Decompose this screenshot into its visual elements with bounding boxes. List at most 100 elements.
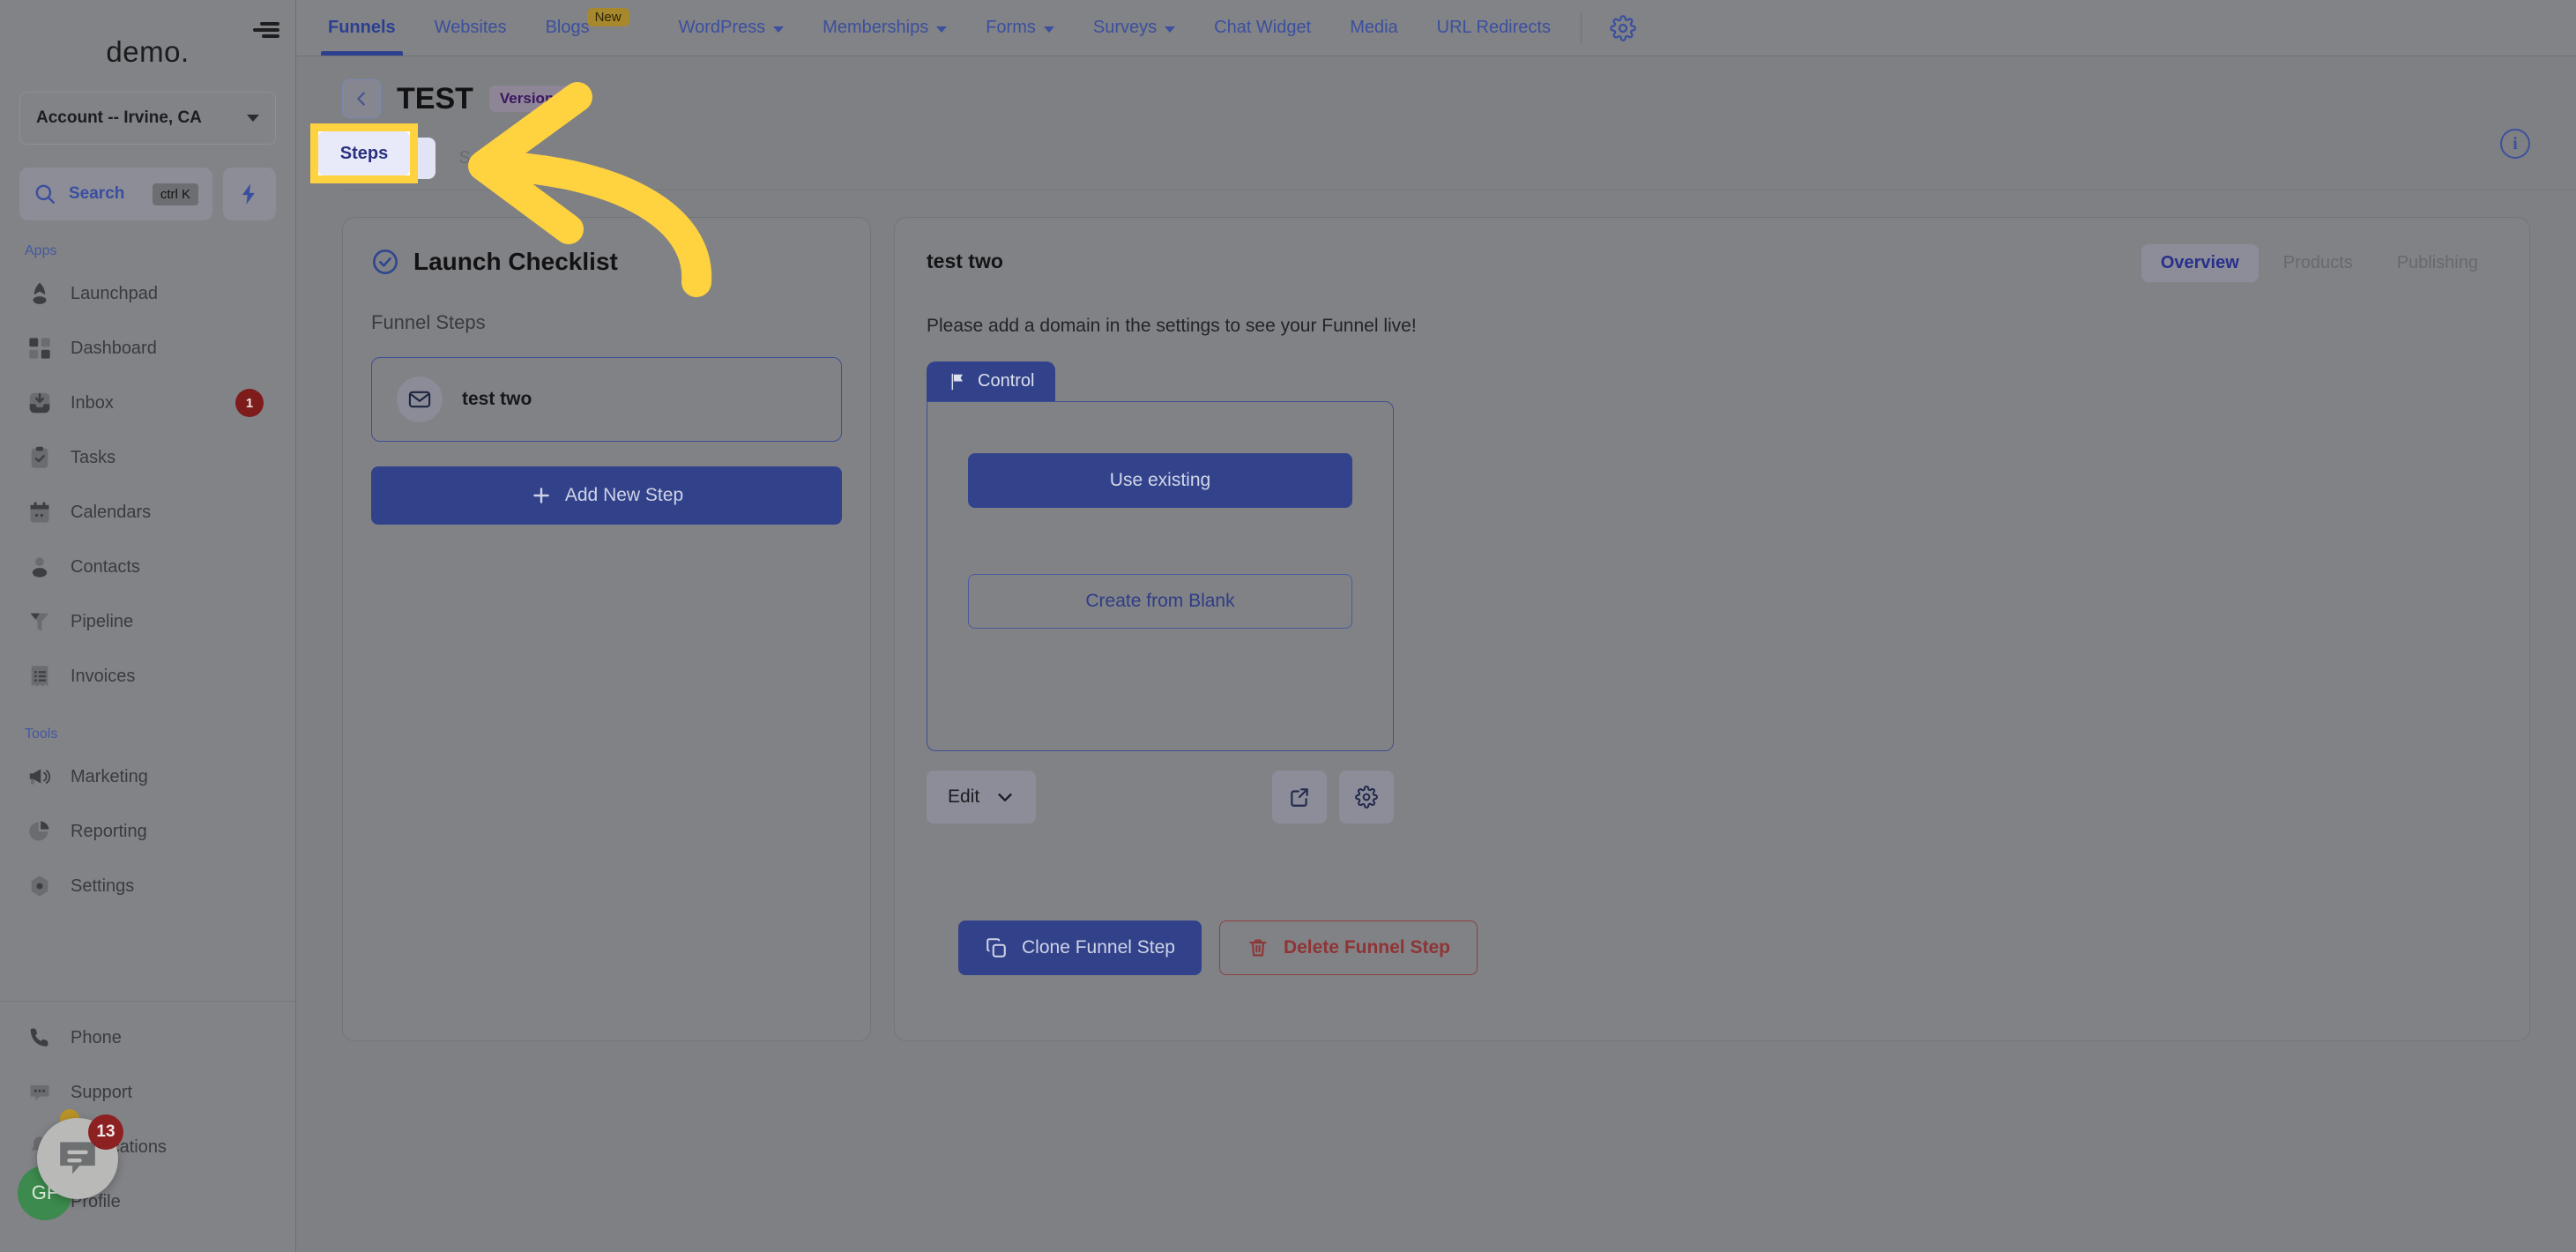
- check-circle-icon: [373, 250, 398, 274]
- sidebar-divider: [0, 1001, 295, 1002]
- collapse-menu-icon[interactable]: [253, 19, 279, 41]
- sidebar-item-contacts[interactable]: Contacts: [12, 540, 283, 594]
- gear-icon: [1610, 14, 1636, 41]
- sidebar-nav-tools: Marketing Reporting Settings: [0, 749, 295, 913]
- tab-wordpress[interactable]: WordPress: [659, 0, 804, 56]
- tab-label: Memberships: [823, 18, 929, 37]
- delete-funnel-step-button[interactable]: Delete Funnel Step: [1218, 920, 1478, 975]
- tab-label: URL Redirects: [1436, 18, 1551, 37]
- tab-overview[interactable]: Overview: [2140, 244, 2259, 282]
- pie-chart-icon: [25, 816, 55, 846]
- chevron-left-icon: [357, 92, 365, 106]
- page-header: TEST Version 2: [296, 56, 2576, 118]
- sidebar-item-label: Dashboard: [71, 338, 157, 358]
- tab-settings[interactable]: Settings: [436, 138, 545, 179]
- sidebar-item-support[interactable]: Support: [12, 1065, 283, 1120]
- top-navigation: Funnels Websites Blogs New WordPress Mem…: [296, 0, 2576, 56]
- mail-icon: [397, 376, 443, 422]
- brand-logo: demo.: [106, 35, 190, 68]
- control-tab[interactable]: Control: [927, 361, 1056, 401]
- sidebar-section-apps: Apps: [25, 243, 57, 258]
- tab-label: Blogs: [545, 18, 590, 37]
- control-panel-body: Use existing Create from Blank: [927, 401, 1394, 751]
- sidebar-item-marketing[interactable]: Marketing: [12, 749, 283, 804]
- new-badge: New: [586, 8, 629, 26]
- sidebar-item-phone[interactable]: Phone: [12, 1010, 283, 1065]
- sidebar-item-label: Settings: [71, 876, 135, 896]
- clone-funnel-step-button[interactable]: Clone Funnel Step: [958, 920, 1202, 975]
- chevron-down-icon: [1165, 26, 1176, 33]
- tab-chat-widget[interactable]: Chat Widget: [1195, 0, 1330, 56]
- gear-icon: [1355, 786, 1378, 809]
- chat-dots-icon: [25, 1077, 55, 1107]
- account-selector[interactable]: Account -- Irvine, CA: [19, 92, 276, 145]
- sidebar-item-label: Tasks: [71, 447, 116, 467]
- sidebar-item-launchpad[interactable]: Launchpad: [12, 266, 283, 321]
- create-from-blank-button[interactable]: Create from Blank: [968, 574, 1352, 629]
- grid-icon: [25, 333, 55, 363]
- version-badge: Version 2: [488, 86, 577, 112]
- funnel-icon: [25, 607, 55, 637]
- clipboard-check-icon: [25, 443, 55, 473]
- tab-publishing[interactable]: Publishing: [2378, 244, 2498, 282]
- tab-blogs[interactable]: Blogs New: [526, 0, 659, 56]
- main-area: Funnels Websites Blogs New WordPress Mem…: [296, 0, 2576, 1252]
- sidebar-item-label: Contacts: [71, 556, 140, 577]
- tab-forms[interactable]: Forms: [966, 0, 1074, 56]
- nav-divider: [1580, 12, 1582, 43]
- quick-actions-button[interactable]: [223, 168, 276, 220]
- sidebar-item-pipeline[interactable]: Pipeline: [12, 594, 283, 649]
- phone-icon: [25, 1023, 55, 1053]
- search-input[interactable]: Search ctrl K: [19, 168, 212, 220]
- tab-steps[interactable]: Steps: [342, 138, 436, 179]
- chat-widget-launcher[interactable]: 13: [37, 1114, 123, 1199]
- page-container: TEST Version 2 i Steps Settings Launch C…: [296, 56, 2576, 1252]
- use-existing-button[interactable]: Use existing: [968, 453, 1352, 508]
- tab-media[interactable]: Media: [1330, 0, 1417, 56]
- tab-label: WordPress: [678, 18, 766, 37]
- sidebar-item-reporting[interactable]: Reporting: [12, 804, 283, 859]
- inbox-icon: [25, 388, 55, 418]
- preview-button[interactable]: [1272, 771, 1327, 823]
- sidebar-item-settings[interactable]: Settings: [12, 859, 283, 913]
- tab-funnels[interactable]: Funnels: [309, 0, 415, 56]
- delete-label: Delete Funnel Step: [1283, 937, 1450, 958]
- sidebar-item-label: Launchpad: [71, 283, 158, 303]
- sidebar-item-tasks[interactable]: Tasks: [12, 430, 283, 485]
- page-content: Launch Checklist Funnel Steps test two A…: [296, 190, 2576, 1041]
- tab-memberships[interactable]: Memberships: [803, 0, 966, 56]
- edit-label: Edit: [948, 786, 980, 807]
- sidebar-nav-apps: Launchpad Dashboard Inbox 1 Tasks Calend…: [0, 266, 295, 704]
- sidebar-item-label: Calendars: [71, 502, 152, 522]
- inbox-badge: 1: [235, 389, 264, 417]
- tab-url-redirects[interactable]: URL Redirects: [1418, 0, 1570, 56]
- list-item[interactable]: test two: [371, 357, 842, 442]
- topnav-settings-button[interactable]: [1592, 0, 1654, 56]
- edit-button[interactable]: Edit: [927, 771, 1037, 823]
- back-button[interactable]: [342, 79, 381, 118]
- trash-icon: [1249, 939, 1267, 957]
- sidebar-item-invoices[interactable]: Invoices: [12, 649, 283, 704]
- sidebar-item-label: Reporting: [71, 821, 147, 841]
- launch-checklist-panel: Launch Checklist Funnel Steps test two A…: [342, 217, 871, 1041]
- tab-surveys[interactable]: Surveys: [1074, 0, 1195, 56]
- tab-label: Surveys: [1092, 18, 1158, 37]
- gear-hex-icon: [25, 871, 55, 901]
- sidebar-item-label: Marketing: [71, 766, 148, 786]
- sidebar-item-label: Pipeline: [71, 611, 134, 631]
- plus-icon: [533, 488, 549, 503]
- tab-products[interactable]: Products: [2264, 244, 2372, 282]
- chevron-down-icon: [1043, 26, 1054, 33]
- tab-websites[interactable]: Websites: [415, 0, 526, 56]
- sidebar-item-dashboard[interactable]: Dashboard: [12, 321, 283, 376]
- tab-label: Funnels: [328, 18, 396, 37]
- add-new-step-button[interactable]: Add New Step: [371, 466, 842, 525]
- invoice-icon: [25, 661, 55, 691]
- sidebar-item-inbox[interactable]: Inbox 1: [12, 376, 283, 430]
- launch-checklist-header: Launch Checklist: [371, 248, 842, 276]
- sidebar-item-calendars[interactable]: Calendars: [12, 485, 283, 540]
- add-new-step-label: Add New Step: [564, 485, 684, 505]
- step-name: test two: [462, 389, 532, 409]
- step-settings-button[interactable]: [1339, 771, 1394, 823]
- chevron-down-icon: [773, 26, 785, 33]
